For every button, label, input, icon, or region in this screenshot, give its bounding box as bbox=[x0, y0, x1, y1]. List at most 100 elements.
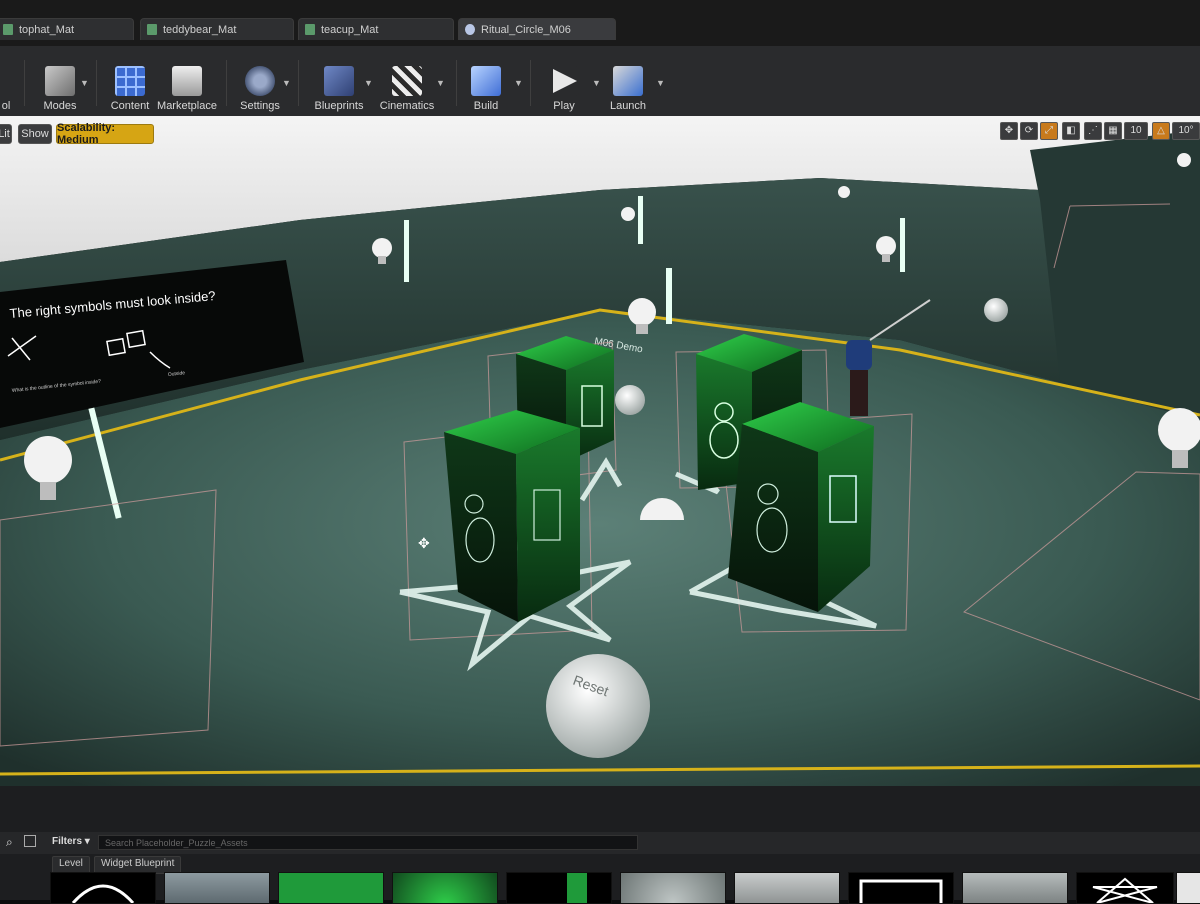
marketplace-icon bbox=[172, 66, 202, 96]
toolbar-separator bbox=[456, 60, 457, 106]
tab-label: teddybear_Mat bbox=[163, 23, 237, 36]
toolbar-separator bbox=[96, 60, 97, 106]
asset-thumbnail[interactable] bbox=[848, 872, 954, 904]
grid-snap-icon[interactable]: ▦ bbox=[1104, 122, 1122, 140]
modes-icon bbox=[45, 66, 75, 96]
light-strip bbox=[666, 268, 672, 324]
content-browser-filter-bar: ⌕ Filters ▾ Search Placeholder_Puzzle_As… bbox=[0, 832, 1200, 854]
lit-label: Lit bbox=[0, 128, 10, 140]
light-strip bbox=[900, 218, 905, 272]
filter-tag-level-label: Level bbox=[59, 858, 83, 869]
lit-view-mode-button[interactable]: Lit bbox=[0, 124, 12, 144]
launch-dropdown-icon[interactable]: ▼ bbox=[656, 78, 665, 88]
tab-ritual-circle-m06[interactable]: Ritual_Circle_M06 bbox=[458, 18, 616, 40]
rotate-tool-icon[interactable]: ⟳ bbox=[1020, 122, 1038, 140]
marketplace-button[interactable]: Marketplace bbox=[156, 58, 218, 112]
material-icon bbox=[305, 24, 315, 35]
translate-tool-icon[interactable]: ✥ bbox=[1000, 122, 1018, 140]
tab-teacup-mat[interactable]: teacup_Mat bbox=[298, 18, 454, 40]
content-browser-icon bbox=[115, 66, 145, 96]
asset-thumbnail[interactable] bbox=[392, 872, 498, 904]
modes-dropdown-icon[interactable]: ▼ bbox=[80, 78, 89, 88]
scalability-button[interactable]: Scalability: Medium bbox=[56, 122, 154, 146]
world-local-icon[interactable]: ◧ bbox=[1062, 122, 1080, 140]
blueprints-button[interactable]: Blueprints bbox=[312, 58, 366, 112]
move-cursor-icon: ✥ bbox=[418, 535, 430, 551]
sphere-actor[interactable] bbox=[984, 298, 1008, 322]
launch-button[interactable]: Launch bbox=[606, 58, 650, 112]
point-light-icon[interactable] bbox=[1177, 153, 1191, 167]
toolbar-separator bbox=[298, 60, 299, 106]
tab-teddybear-mat[interactable]: teddybear_Mat bbox=[140, 18, 294, 40]
puzzle-block-front-right[interactable] bbox=[728, 402, 874, 612]
editor-tab-bar: tophat_Mat teddybear_Mat teacup_Mat Ritu… bbox=[0, 0, 1200, 46]
settings-dropdown-icon[interactable]: ▼ bbox=[282, 78, 291, 88]
play-button[interactable]: Play bbox=[544, 58, 584, 112]
search-icon[interactable]: ⌕ bbox=[6, 835, 13, 850]
main-toolbar: ol Modes ▼ Content Marketplace Settings … bbox=[0, 46, 1200, 117]
gear-icon bbox=[245, 66, 275, 96]
asset-thumbnail[interactable] bbox=[50, 872, 156, 904]
content-button[interactable]: Content bbox=[108, 58, 152, 112]
rotation-snap-icon[interactable]: △ bbox=[1152, 122, 1170, 140]
light-strip bbox=[638, 196, 643, 244]
list-view-icon[interactable] bbox=[24, 835, 36, 847]
toolbar-partial-label: ol bbox=[1, 100, 11, 112]
asset-thumbnail[interactable] bbox=[734, 872, 840, 904]
level-viewport[interactable]: The right symbols must look inside? What… bbox=[0, 116, 1200, 786]
blueprints-label: Blueprints bbox=[314, 100, 364, 112]
point-light-icon[interactable] bbox=[621, 207, 635, 221]
scale-tool-icon[interactable]: ⤢ bbox=[1040, 122, 1058, 140]
cinematics-button[interactable]: Cinematics bbox=[378, 58, 436, 112]
settings-button[interactable]: Settings bbox=[236, 58, 284, 112]
asset-search-placeholder: Search Placeholder_Puzzle_Assets bbox=[105, 838, 248, 848]
toolbar-separator bbox=[24, 60, 25, 106]
point-light-icon[interactable] bbox=[838, 186, 850, 198]
asset-thumbnail[interactable] bbox=[278, 872, 384, 904]
asset-thumbnail[interactable] bbox=[1076, 872, 1174, 904]
surface-snap-icon[interactable]: ⋰ bbox=[1084, 122, 1102, 140]
grid-snap-value-label: 10 bbox=[1130, 125, 1142, 136]
puzzle-block-front-left[interactable] bbox=[444, 410, 580, 622]
asset-search-input[interactable]: Search Placeholder_Puzzle_Assets bbox=[98, 835, 638, 850]
level-icon bbox=[465, 24, 475, 35]
play-icon bbox=[549, 66, 579, 96]
filters-button[interactable]: Filters ▾ bbox=[52, 836, 90, 847]
cinematics-label: Cinematics bbox=[379, 100, 435, 112]
asset-thumbnail[interactable] bbox=[506, 872, 612, 904]
asset-thumbnail[interactable] bbox=[620, 872, 726, 904]
build-icon bbox=[471, 66, 501, 96]
play-dropdown-icon[interactable]: ▼ bbox=[592, 78, 601, 88]
asset-thumbnail[interactable] bbox=[962, 872, 1068, 904]
toolbar-separator bbox=[226, 60, 227, 106]
modes-button[interactable]: Modes bbox=[38, 58, 82, 112]
show-button[interactable]: Show bbox=[18, 124, 52, 144]
scalability-label: Scalability: Medium bbox=[57, 122, 116, 146]
material-icon bbox=[3, 24, 13, 35]
content-browser-panel: ⌕ Filters ▾ Search Placeholder_Puzzle_As… bbox=[0, 786, 1200, 904]
show-label: Show bbox=[21, 128, 49, 140]
play-label: Play bbox=[553, 100, 575, 112]
launch-label: Launch bbox=[609, 100, 647, 112]
grid-snap-value[interactable]: 10 bbox=[1124, 122, 1148, 140]
build-label: Build bbox=[473, 100, 499, 112]
build-dropdown-icon[interactable]: ▼ bbox=[514, 78, 523, 88]
tab-label: tophat_Mat bbox=[19, 23, 75, 36]
settings-label: Settings bbox=[240, 100, 280, 112]
filters-label: Filters bbox=[52, 836, 83, 847]
blueprint-icon bbox=[324, 66, 354, 96]
tab-tophat-mat[interactable]: tophat_Mat bbox=[0, 18, 134, 40]
sphere-actor[interactable] bbox=[615, 385, 645, 415]
clapperboard-icon bbox=[392, 66, 422, 96]
content-label: Content bbox=[110, 100, 150, 112]
rotation-snap-value[interactable]: 10° bbox=[1172, 122, 1200, 140]
build-button[interactable]: Build bbox=[466, 58, 506, 112]
toolbar-partial-button[interactable]: ol bbox=[0, 58, 16, 112]
cinematics-dropdown-icon[interactable]: ▼ bbox=[436, 78, 445, 88]
marketplace-label: Marketplace bbox=[157, 100, 217, 112]
reset-sphere[interactable] bbox=[546, 654, 650, 758]
asset-thumbnail[interactable] bbox=[1176, 872, 1200, 904]
blueprints-dropdown-icon[interactable]: ▼ bbox=[364, 78, 373, 88]
asset-thumbnail[interactable] bbox=[164, 872, 270, 904]
toolbar-separator bbox=[530, 60, 531, 106]
